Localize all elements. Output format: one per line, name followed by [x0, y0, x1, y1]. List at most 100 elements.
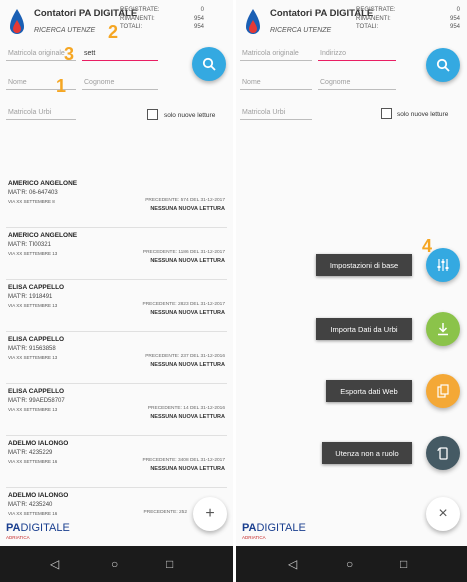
item-matricola: MAT'R: 06-647403 [8, 190, 58, 196]
item-status: NESSUNA NUOVA LETTURA [150, 206, 225, 212]
app-header: Contatori PA DIGITALE RICERCA UTENZE REG… [236, 0, 467, 44]
annotation-number: 3 [64, 44, 75, 64]
item-matricola: MAT'R: 99AED58707 [8, 398, 65, 404]
brand-sub: ADRIATICA [6, 535, 30, 540]
indirizzo-input[interactable]: sett [82, 47, 158, 61]
search-button[interactable] [426, 48, 460, 82]
item-previous-reading: PRECEDENTE: 574 DEL 31-12-2017 [145, 198, 225, 203]
screen-menu-open: Contatori PA DIGITALE RICERCA UTENZE REG… [236, 0, 467, 582]
stat-label: REGISTRATE: [120, 7, 160, 13]
annotation-number: 2 [108, 22, 119, 42]
item-matricola: MAT'R: 91563858 [8, 346, 56, 352]
list-item[interactable]: ELISA CAPPELLO MAT'R: 99AED58707 VIA XX … [6, 384, 227, 436]
home-icon[interactable]: ○ [111, 557, 118, 571]
matricola-originale-input[interactable]: Matricola originale [240, 47, 312, 61]
rotate-device-icon [437, 447, 448, 460]
rotate-fab[interactable] [426, 436, 460, 470]
stats-block: REGISTRATE: 0 RIMANENTI: 954 TOTALI: 954 [356, 6, 460, 32]
list-item[interactable]: AMERICO ANGELONE MAT'R: TI00321 VIA XX S… [6, 228, 227, 280]
field-placeholder: Matricola Urbi [242, 109, 286, 116]
item-name: ADELMO IALONGO [8, 492, 69, 499]
brand-pa: PA [6, 522, 21, 534]
stat-label: RIMANENTI: [356, 15, 391, 22]
page-subtitle: RICERCA UTENZE [34, 27, 96, 34]
stat-value: 0 [200, 7, 204, 13]
download-icon [438, 323, 448, 336]
page-subtitle: RICERCA UTENZE [270, 27, 332, 34]
recent-apps-icon[interactable]: □ [400, 557, 407, 571]
matricola-urbi-input[interactable]: Matricola Urbi [240, 106, 312, 120]
list-item[interactable]: ELISA CAPPELLO MAT'R: 1918491 VIA XX SET… [6, 280, 227, 332]
import-fab[interactable] [426, 312, 460, 346]
stat-value: 954 [449, 15, 460, 22]
list-item[interactable]: ADELMO IALONGO MAT'R: 4235229 VIA XX SET… [6, 436, 227, 488]
item-address: VIA XX SETTEMBRE 13 [8, 303, 58, 308]
field-placeholder: Matricola originale [8, 50, 65, 57]
field-placeholder: Nome [8, 79, 27, 86]
close-menu-button[interactable]: × [426, 497, 460, 531]
item-name: ELISA CAPPELLO [8, 388, 65, 395]
item-previous-reading: PRECEDENTE: 14 DEL 31-12-2016 [147, 406, 225, 411]
app-logo-icon [246, 9, 260, 34]
android-nav-bar: ◁ ○ □ [0, 546, 233, 582]
menu-item-esporta-dati-web[interactable]: Esporta dati Web [326, 380, 412, 402]
brand-logo: PADIGITALE ADRIATICA [242, 518, 306, 540]
item-matricola: MAT'R: 1918491 [8, 294, 53, 300]
field-placeholder: Matricola Urbi [8, 109, 52, 116]
item-status: NESSUNA NUOVA LETTURA [150, 362, 225, 368]
item-name: AMERICO ANGELONE [8, 180, 78, 187]
item-name: ELISA CAPPELLO [8, 284, 65, 291]
solo-nuove-letture-checkbox[interactable] [147, 109, 158, 120]
cognome-input[interactable]: Cognome [318, 76, 396, 90]
item-previous-reading: PRECEDENTE: 1186 DEL 31-12-2017 [142, 250, 225, 255]
results-list: AMERICO ANGELONE MAT'R: 06-647403 VIA XX… [0, 176, 233, 540]
item-address: VIA XX SETTEMBRE 13 [8, 407, 58, 412]
list-item[interactable]: ELISA CAPPELLO MAT'R: 91563858 VIA XX SE… [6, 332, 227, 384]
stat-value: 0 [456, 7, 460, 13]
checkbox-label: solo nuove letture [397, 111, 449, 118]
field-placeholder: Matricola originale [242, 50, 299, 57]
item-address: VIA XX SETTEMBRE 13 [8, 355, 58, 360]
home-icon[interactable]: ○ [346, 557, 353, 571]
search-icon [202, 57, 216, 71]
back-icon[interactable]: ◁ [288, 557, 297, 571]
item-status: NESSUNA NUOVA LETTURA [150, 414, 225, 420]
search-button[interactable] [192, 47, 226, 81]
field-placeholder: Indirizzo [320, 50, 347, 57]
brand-logo: PADIGITALE ADRIATICA [6, 518, 70, 540]
item-name: ADELMO IALONGO [8, 440, 69, 447]
matricola-urbi-input[interactable]: Matricola Urbi [6, 106, 76, 120]
solo-nuove-letture-checkbox[interactable] [381, 108, 392, 119]
recent-apps-icon[interactable]: □ [166, 557, 173, 571]
item-status: NESSUNA NUOVA LETTURA [150, 258, 225, 264]
stat-label: TOTALI: [356, 24, 379, 30]
item-previous-reading: PRECEDENTE: 2823 DEL 31-12-2017 [142, 302, 225, 307]
item-previous-reading: PRECEDENTE: 3408 DEL 31-12-2017 [142, 458, 225, 463]
item-matricola: MAT'R: 4235240 [8, 502, 53, 508]
list-item[interactable]: AMERICO ANGELONE MAT'R: 06-647403 VIA XX… [6, 176, 227, 228]
export-fab[interactable] [426, 374, 460, 408]
annotation-number: 1 [56, 76, 67, 96]
item-address: VIA XX SETTEMBRE 8 [8, 199, 55, 204]
stats-block: REGISTRATE: 0 RIMANENTI: 954 TOTALI: 954 [120, 6, 204, 32]
field-placeholder: Nome [242, 79, 261, 86]
brand-sub: ADRIATICA [242, 535, 266, 540]
field-placeholder: Cognome [320, 79, 351, 86]
search-icon [436, 58, 450, 72]
cognome-input[interactable]: Cognome [82, 76, 158, 90]
close-icon: × [438, 505, 448, 522]
back-icon[interactable]: ◁ [50, 557, 59, 571]
nome-input[interactable]: Nome [240, 76, 312, 90]
item-address: VIA XX SETTEMBRE 13 [8, 251, 58, 256]
menu-item-utenza-non-a-ruolo[interactable]: Utenza non a ruolo [322, 442, 412, 464]
item-address: VIA XX SETTEMBRE 16 [8, 511, 58, 516]
indirizzo-input[interactable]: Indirizzo [318, 47, 396, 61]
item-matricola: MAT'R: TI00321 [8, 242, 51, 248]
item-name: ELISA CAPPELLO [8, 336, 65, 343]
field-placeholder: Cognome [84, 79, 115, 86]
add-button[interactable]: + [193, 497, 227, 531]
stat-label: TOTALI: [120, 24, 143, 30]
menu-item-impostazioni-di-base[interactable]: Impostazioni di base [316, 254, 412, 276]
item-previous-reading: PRECEDENTE: 252 [143, 510, 187, 515]
menu-item-importa-dati-da-urbi[interactable]: Importa Dati da Urbi [316, 318, 412, 340]
